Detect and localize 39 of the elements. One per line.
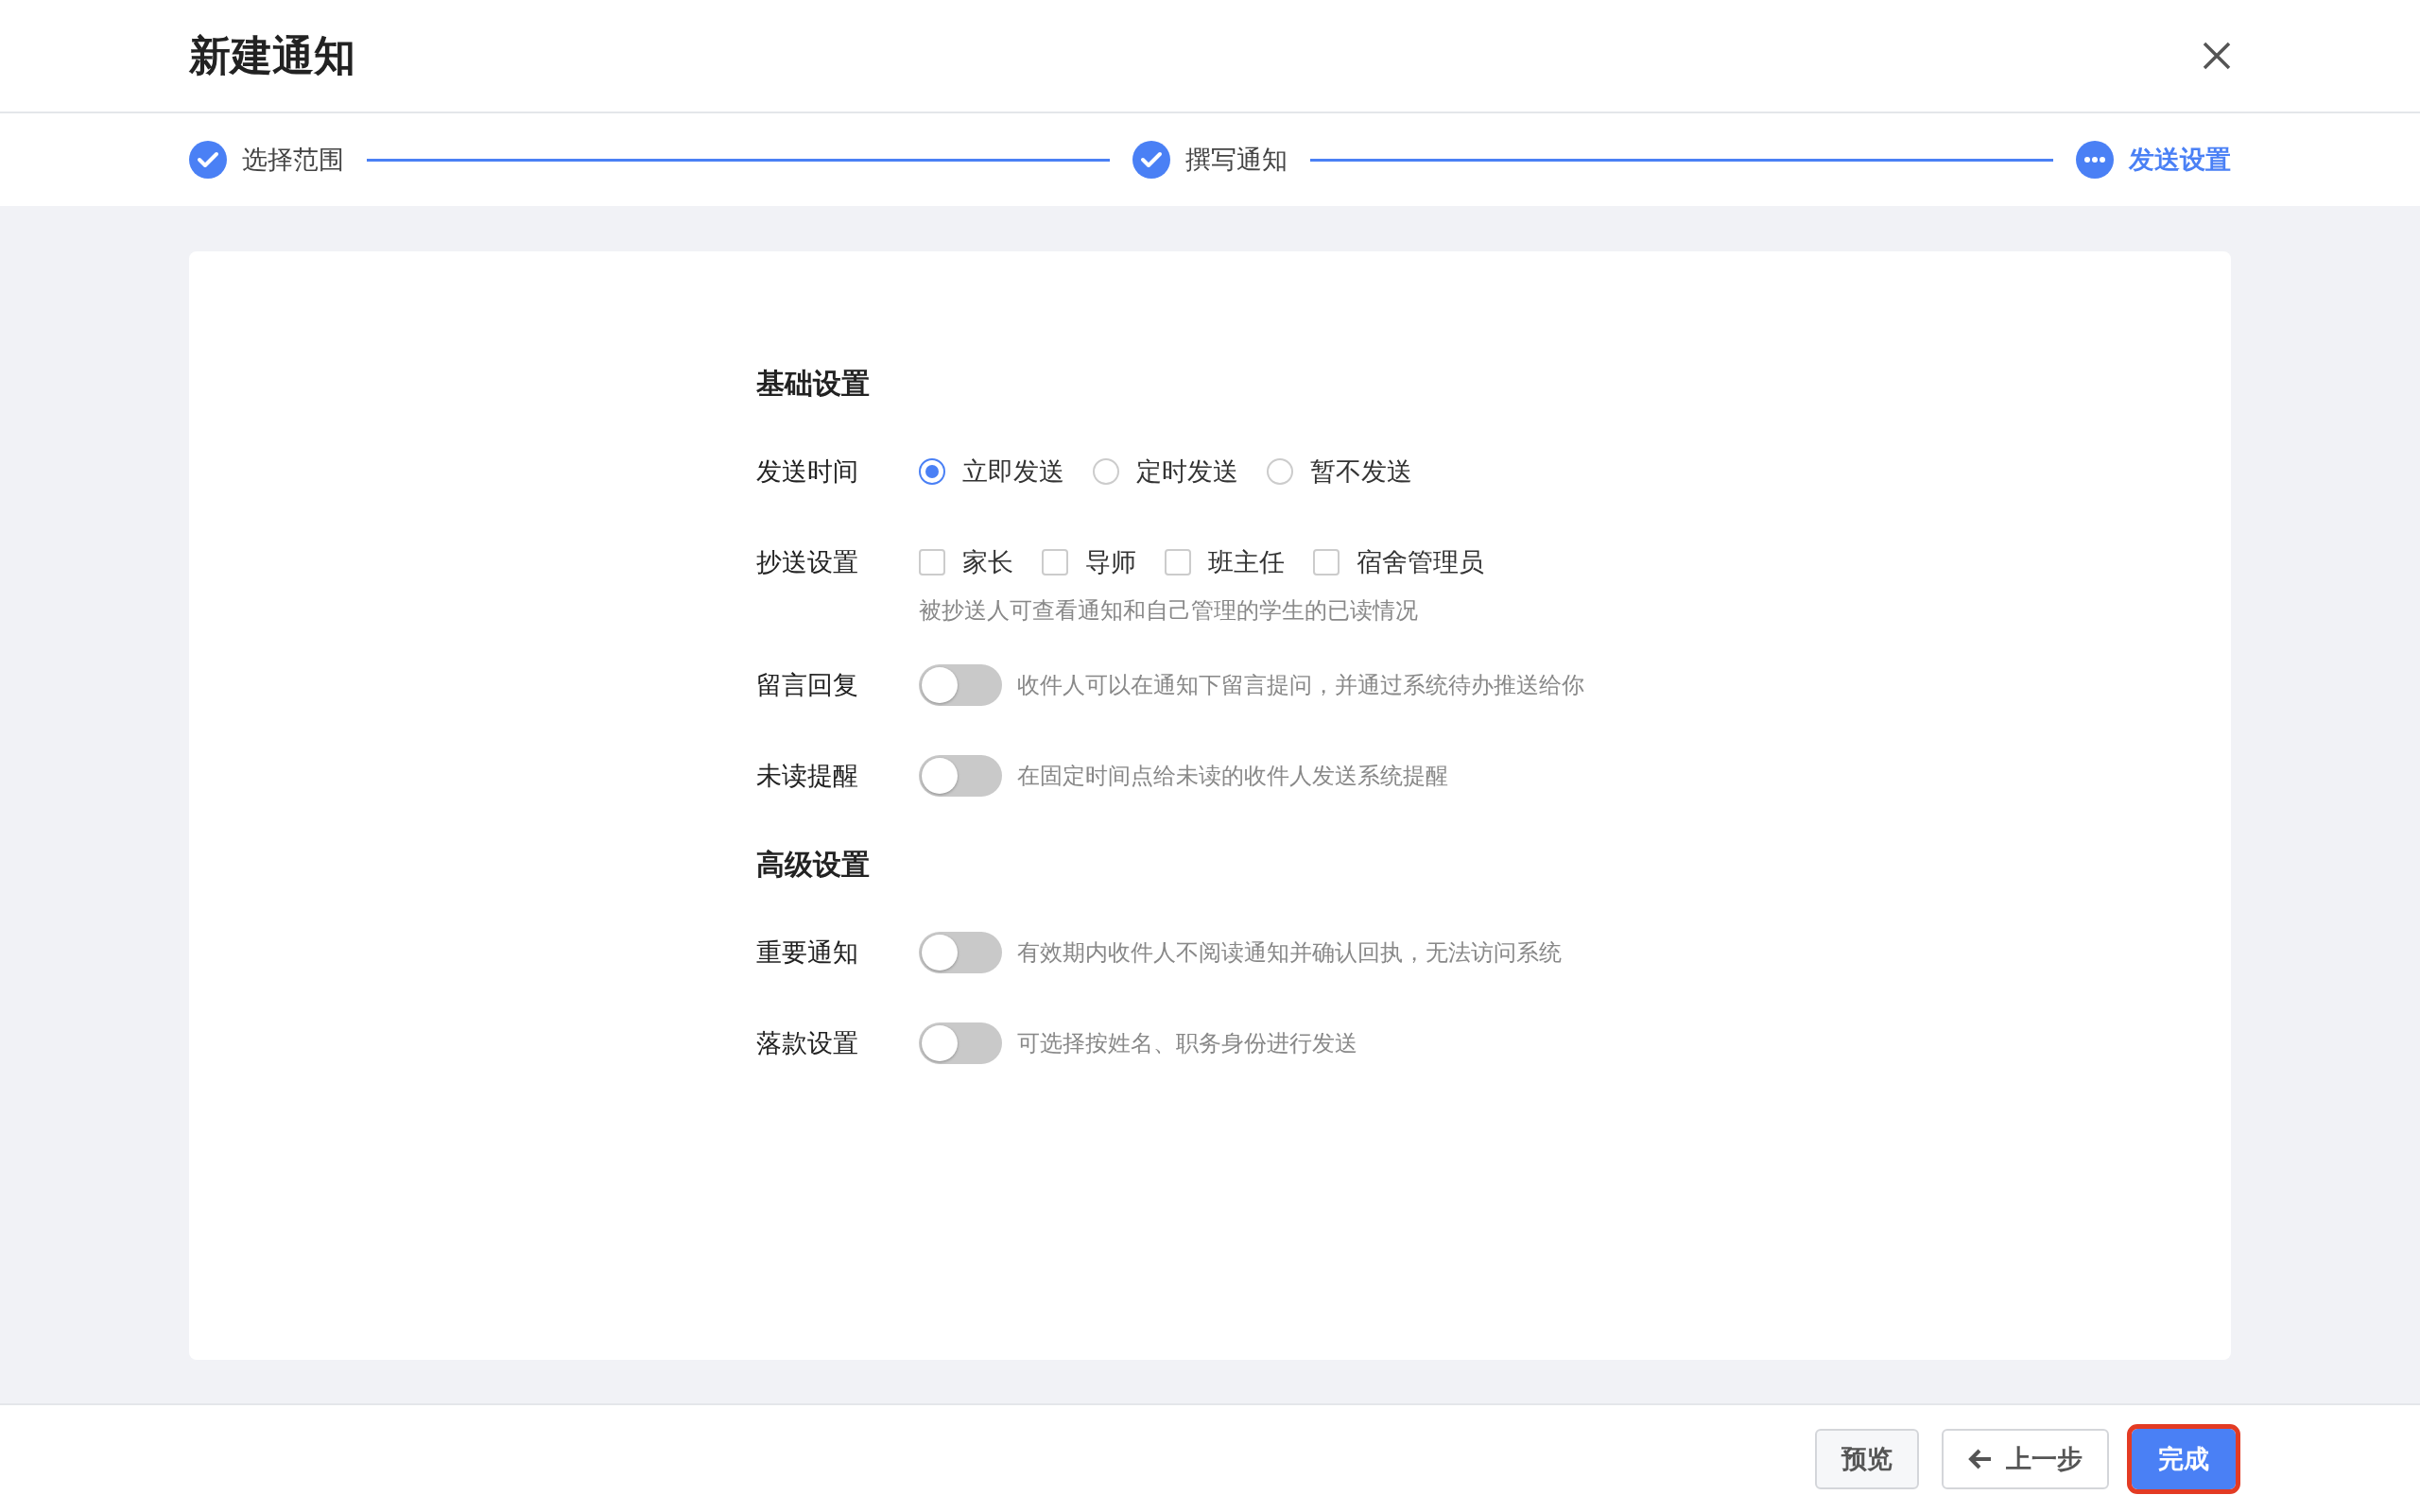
field-label: 留言回复 xyxy=(756,669,859,701)
radio-option[interactable]: 定时发送 xyxy=(1093,455,1238,489)
field-label: 抄送设置 xyxy=(756,546,859,578)
step-label: 选择范围 xyxy=(242,144,344,176)
radio[interactable] xyxy=(1093,458,1119,485)
checkbox-option[interactable]: 导师 xyxy=(1042,545,1136,579)
toggle-switch[interactable] xyxy=(919,755,1002,797)
radio[interactable] xyxy=(919,458,945,485)
close-icon xyxy=(2202,41,2232,71)
checkbox[interactable] xyxy=(919,549,945,576)
step-label: 发送设置 xyxy=(2129,144,2231,176)
checkbox-option[interactable]: 班主任 xyxy=(1165,545,1285,579)
dialog-title: 新建通知 xyxy=(189,29,355,81)
help-text: 被抄送人可查看通知和自己管理的学生的已读情况 xyxy=(919,596,1419,626)
checkbox[interactable] xyxy=(1313,549,1340,576)
checkbox-option[interactable]: 家长 xyxy=(919,545,1013,579)
help-text: 有效期内收件人不阅读通知并确认回执，无法访问系统 xyxy=(1017,938,1562,968)
checkbox-option[interactable]: 宿舍管理员 xyxy=(1313,545,1484,579)
toggle-switch[interactable] xyxy=(919,1022,1002,1064)
back-button[interactable]: 上一步 xyxy=(1942,1428,2109,1489)
field-label: 落款设置 xyxy=(756,1027,859,1059)
step-label: 撰写通知 xyxy=(1185,144,1288,176)
radio-option[interactable]: 立即发送 xyxy=(919,455,1064,489)
toggle-switch[interactable] xyxy=(919,664,1002,706)
help-text: 收件人可以在通知下留言提问，并通过系统待办推送给你 xyxy=(1017,671,1584,700)
section-title: 基础设置 xyxy=(756,366,871,402)
toggle-switch[interactable] xyxy=(919,932,1002,973)
field-label: 发送时间 xyxy=(756,455,859,488)
checkbox[interactable] xyxy=(1042,549,1068,576)
preview-button[interactable]: 预览 xyxy=(1815,1428,1919,1489)
field-label: 未读提醒 xyxy=(756,760,859,792)
help-text: 在固定时间点给未读的收件人发送系统提醒 xyxy=(1017,762,1448,791)
radio-option[interactable]: 暂不发送 xyxy=(1267,455,1412,489)
section-title: 高级设置 xyxy=(756,847,871,883)
field-label: 重要通知 xyxy=(756,936,859,969)
radio[interactable] xyxy=(1267,458,1293,485)
checkbox[interactable] xyxy=(1165,549,1191,576)
arrow-left-icon xyxy=(1968,1447,1993,1470)
help-text: 可选择按姓名、职务身份进行发送 xyxy=(1017,1029,1357,1058)
